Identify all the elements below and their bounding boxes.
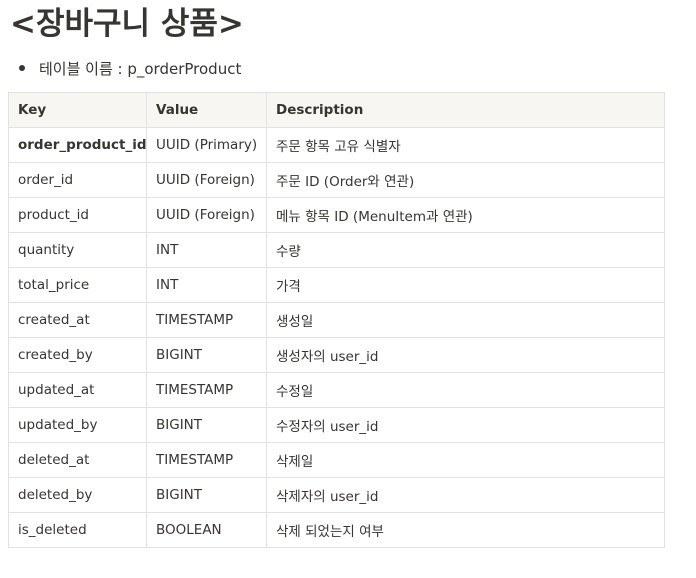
- key-cell: is_deleted: [8, 512, 147, 548]
- key-cell: order_product_id: [8, 127, 147, 163]
- value-cell: TIMESTAMP: [146, 372, 267, 408]
- key-cell: created_by: [8, 337, 147, 373]
- bullet-list: 테이블 이름 : p_orderProduct: [16, 56, 241, 80]
- table-row: created_at TIMESTAMP 생성일: [8, 302, 665, 338]
- table-row: total_price INT 가격: [8, 267, 665, 303]
- key-cell: deleted_at: [8, 442, 147, 478]
- table-row: deleted_by BIGINT 삭제자의 user_id: [8, 477, 665, 513]
- table-row: order_id UUID (Foreign) 주문 ID (Order와 연관): [8, 162, 665, 198]
- column-header-key: Key: [8, 92, 147, 128]
- table-header-row: Key Value Description: [8, 92, 665, 128]
- table-row: updated_at TIMESTAMP 수정일: [8, 372, 665, 408]
- key-cell: deleted_by: [8, 477, 147, 513]
- value-cell: TIMESTAMP: [146, 302, 267, 338]
- description-cell: 삭제 되었는지 여부: [266, 512, 665, 548]
- key-cell: quantity: [8, 232, 147, 268]
- key-cell: updated_by: [8, 407, 147, 443]
- value-cell: UUID (Primary): [146, 127, 267, 163]
- description-cell: 가격: [266, 267, 665, 303]
- description-cell: 생성일: [266, 302, 665, 338]
- value-cell: TIMESTAMP: [146, 442, 267, 478]
- value-cell: BIGINT: [146, 337, 267, 373]
- value-cell: BIGINT: [146, 407, 267, 443]
- table-body: order_product_id UUID (Primary) 주문 항목 고유 식…: [8, 127, 665, 548]
- table-row: updated_by BIGINT 수정자의 user_id: [8, 407, 665, 443]
- description-cell: 삭제자의 user_id: [266, 477, 665, 513]
- description-cell: 삭제일: [266, 442, 665, 478]
- table-row: created_by BIGINT 생성자의 user_id: [8, 337, 665, 373]
- key-cell: total_price: [8, 267, 147, 303]
- page-title: <장바구니 상품>: [10, 6, 244, 42]
- value-cell: BOOLEAN: [146, 512, 267, 548]
- value-cell: UUID (Foreign): [146, 162, 267, 198]
- value-cell: BIGINT: [146, 477, 267, 513]
- description-cell: 수정자의 user_id: [266, 407, 665, 443]
- value-cell: INT: [146, 232, 267, 268]
- table-row: is_deleted BOOLEAN 삭제 되었는지 여부: [8, 512, 665, 548]
- table-row: order_product_id UUID (Primary) 주문 항목 고유 식…: [8, 127, 665, 163]
- column-header-description: Description: [266, 92, 665, 128]
- description-cell: 생성자의 user_id: [266, 337, 665, 373]
- value-cell: UUID (Foreign): [146, 197, 267, 233]
- description-cell: 수량: [266, 232, 665, 268]
- table-row: quantity INT 수량: [8, 232, 665, 268]
- table-name-bullet: 테이블 이름 : p_orderProduct: [16, 56, 241, 80]
- key-cell: order_id: [8, 162, 147, 198]
- table-name-text: 테이블 이름 : p_orderProduct: [39, 59, 242, 78]
- table-row: deleted_at TIMESTAMP 삭제일: [8, 442, 665, 478]
- column-header-value: Value: [146, 92, 267, 128]
- value-cell: INT: [146, 267, 267, 303]
- key-cell: updated_at: [8, 372, 147, 408]
- table-row: product_id UUID (Foreign) 메뉴 항목 ID (MenuIt…: [8, 197, 665, 233]
- key-cell: product_id: [8, 197, 147, 233]
- key-cell: created_at: [8, 302, 147, 338]
- bullet-dot-icon: [19, 65, 25, 71]
- description-cell: 주문 항목 고유 식별자: [266, 127, 665, 163]
- description-cell: 메뉴 항목 ID (MenuItem과 연관): [266, 197, 665, 233]
- description-cell: 수정일: [266, 372, 665, 408]
- schema-table: Key Value Description order_product_id UU…: [8, 92, 665, 548]
- description-cell: 주문 ID (Order와 연관): [266, 162, 665, 198]
